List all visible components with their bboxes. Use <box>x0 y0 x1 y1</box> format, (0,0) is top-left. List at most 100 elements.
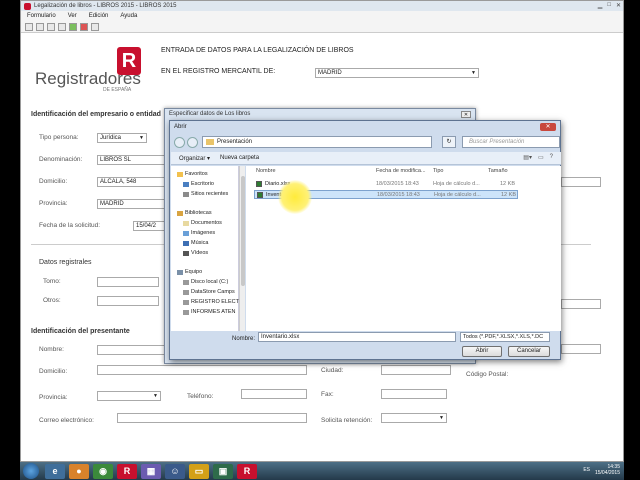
filename-input[interactable]: Inventario.xlsx <box>258 332 456 342</box>
filetype-select[interactable]: Todos (*.PDF,*.XLSX,*.XLS,*.DC <box>460 332 550 342</box>
nav-equipo[interactable]: Equipo <box>177 269 202 275</box>
forward-icon[interactable] <box>187 136 198 148</box>
app-icon[interactable]: ▦ <box>141 463 161 479</box>
nombre-input[interactable] <box>97 345 165 355</box>
minimize-icon[interactable]: ▁ <box>598 2 603 9</box>
brand-sub: DE ESPAÑA <box>103 87 132 93</box>
start-button[interactable] <box>23 463 39 479</box>
otros-label: Otros: <box>43 297 61 304</box>
nav-label: Bibliotecas <box>185 210 212 216</box>
otros-input[interactable] <box>97 296 159 306</box>
registry-label: EN EL REGISTRO MERCANTIL DE: <box>161 68 276 75</box>
correo-input[interactable] <box>117 413 307 423</box>
monitor-icon[interactable]: ▣ <box>213 463 233 479</box>
ciudad-input[interactable] <box>381 365 451 375</box>
nav-label: DataStore Camps <box>191 289 235 295</box>
folder-icon <box>206 139 214 145</box>
nav-scrollbar[interactable] <box>239 166 245 331</box>
menu-formulario[interactable]: Formulario <box>27 13 56 19</box>
open-icon[interactable] <box>36 22 44 31</box>
nombre-extra-input[interactable] <box>561 344 601 354</box>
registradores-app-icon[interactable]: R <box>117 463 137 479</box>
otros-extra-input[interactable] <box>561 299 601 309</box>
nav-imagenes[interactable]: Imágenes <box>183 230 215 236</box>
domicilio-input[interactable]: ALCALA, 548 <box>97 177 167 187</box>
tomo-label: Tomo: <box>43 278 61 285</box>
help-icon[interactable]: ? <box>550 154 553 161</box>
telefono-input[interactable] <box>241 389 307 399</box>
preview-icon[interactable]: ▭ <box>538 154 544 161</box>
menu-edicion[interactable]: Edición <box>89 13 109 19</box>
view-icon[interactable]: ▤▾ <box>523 154 532 161</box>
nav-documentos[interactable]: Documentos <box>183 220 222 226</box>
network-drive-icon <box>183 289 189 295</box>
close-icon[interactable]: ✕ <box>461 111 471 118</box>
tipo-persona-value: Jurídica <box>100 135 122 141</box>
firefox-icon[interactable]: ● <box>69 463 89 479</box>
nav-label: REGISTRO ELECT <box>191 299 239 305</box>
ie-icon[interactable]: e <box>45 463 65 479</box>
nav-musica[interactable]: Música <box>183 240 208 246</box>
nav-escritorio[interactable]: Escritorio <box>183 181 214 187</box>
back-icon[interactable] <box>174 136 185 148</box>
domicilio-label: Domicilio: <box>39 178 68 185</box>
menu-ver[interactable]: Ver <box>68 13 77 19</box>
registradores-form-icon[interactable]: R <box>237 463 257 479</box>
path-box[interactable]: Presentación <box>202 136 432 148</box>
menu-ayuda[interactable]: Ayuda <box>120 13 137 19</box>
maximize-icon[interactable]: □ <box>607 2 611 9</box>
scrollbar-thumb[interactable] <box>241 176 245 286</box>
new-icon[interactable] <box>25 22 33 31</box>
col-name[interactable]: Nombre <box>256 168 276 174</box>
nav-datastore[interactable]: DataStore Camps <box>183 289 235 295</box>
print-icon[interactable] <box>58 22 66 31</box>
nav-videos[interactable]: Vídeos <box>183 250 208 256</box>
delete-icon[interactable] <box>80 22 88 31</box>
presentante-provincia-select[interactable]: ▼ <box>97 391 161 401</box>
fax-input[interactable] <box>381 389 447 399</box>
brand-logo: R Registradores DE ESPAÑA <box>35 47 147 97</box>
save-icon[interactable] <box>47 22 55 31</box>
search-input[interactable]: Buscar Presentación <box>462 136 560 148</box>
drive-icon <box>183 279 189 285</box>
check-icon[interactable] <box>69 22 77 31</box>
nav-disco[interactable]: Disco local (C:) <box>183 279 228 285</box>
help-icon[interactable] <box>91 22 99 31</box>
col-date[interactable]: Fecha de modifica... <box>376 168 426 174</box>
close-icon[interactable]: ✕ <box>616 2 621 9</box>
provincia-input[interactable]: MADRID <box>97 199 167 209</box>
nav-favorites[interactable]: Favoritos <box>177 171 208 177</box>
denominacion-input[interactable]: LIBROS SL <box>97 155 167 165</box>
chrome-icon[interactable]: ◉ <box>93 463 113 479</box>
close-icon[interactable]: ✕ <box>540 123 556 131</box>
organize-button[interactable]: Organizar ▾ <box>179 155 210 162</box>
video-icon <box>183 250 189 256</box>
clock[interactable]: 14:35 15/04/2015 <box>595 464 620 476</box>
refresh-icon[interactable]: ↻ <box>442 136 456 148</box>
explorer-icon[interactable]: ▭ <box>189 463 209 479</box>
presentante-domicilio-input[interactable] <box>97 365 307 375</box>
new-folder-button[interactable]: Nueva carpeta <box>220 155 259 161</box>
col-type[interactable]: Tipo <box>433 168 444 174</box>
language-indicator[interactable]: ES <box>583 467 590 473</box>
users-icon[interactable]: ☺ <box>165 463 185 479</box>
nav-label: Disco local (C:) <box>191 279 229 285</box>
presentante-provincia-label: Provincia: <box>39 394 68 401</box>
open-button[interactable]: Abrir <box>462 346 502 357</box>
nav-sitios[interactable]: Sitios recientes <box>183 191 228 197</box>
excel-file-icon <box>257 192 263 198</box>
registry-select[interactable]: MADRID ▼ <box>315 68 479 78</box>
col-size[interactable]: Tamaño <box>488 168 508 174</box>
solicita-select[interactable]: ▼ <box>381 413 447 423</box>
domicilio-extra-input[interactable] <box>561 177 601 187</box>
tipo-persona-select[interactable]: Jurídica ▼ <box>97 133 147 143</box>
command-bar: Organizar ▾ Nueva carpeta ▤▾ ▭? <box>171 152 561 165</box>
nav-bibliotecas[interactable]: Bibliotecas <box>177 210 212 216</box>
nav-registro[interactable]: REGISTRO ELECT <box>183 299 239 305</box>
brand-name: Registradores <box>35 69 141 88</box>
open-dialog-title: Abrir <box>174 124 187 130</box>
file-size: 12 KB <box>501 192 516 198</box>
nav-informes[interactable]: INFORMES ATEN <box>183 309 236 315</box>
tomo-input[interactable] <box>97 277 159 287</box>
cancel-button[interactable]: Cancelar <box>508 346 550 357</box>
